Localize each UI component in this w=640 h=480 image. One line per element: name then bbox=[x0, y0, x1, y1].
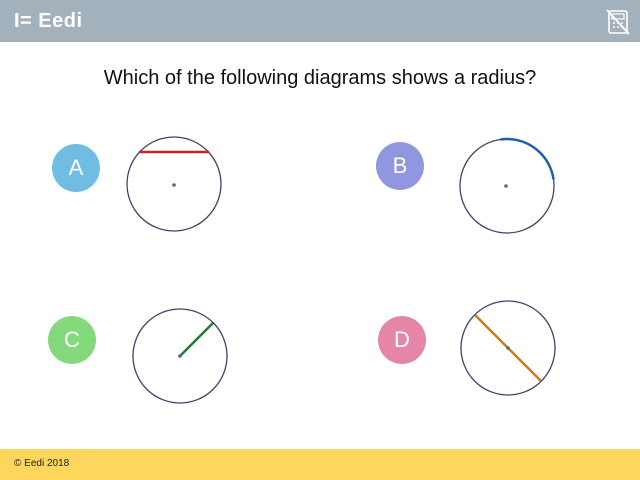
header-bar: I= Eedi bbox=[0, 0, 640, 42]
option-d-diagram[interactable] bbox=[456, 296, 560, 400]
question-text: Which of the following diagrams shows a … bbox=[103, 67, 537, 89]
centre-point bbox=[506, 346, 510, 350]
option-a-diagram[interactable] bbox=[122, 132, 226, 236]
copyright-text: © Eedi 2018 bbox=[14, 458, 70, 469]
calculator-disabled-icon bbox=[606, 9, 630, 35]
centre-point bbox=[178, 354, 182, 358]
option-b-diagram[interactable] bbox=[455, 134, 559, 238]
option-b-badge[interactable]: B bbox=[376, 142, 424, 190]
footer-bar: © Eedi 2018 bbox=[0, 449, 640, 480]
page: I= Eedi Which of the following diagrams … bbox=[0, 0, 640, 480]
option-a-badge[interactable]: A bbox=[52, 144, 100, 192]
option-c-diagram[interactable] bbox=[128, 304, 232, 408]
option-c-badge[interactable]: C bbox=[48, 316, 96, 364]
centre-point bbox=[504, 184, 508, 188]
centre-point bbox=[172, 183, 176, 187]
option-d-badge[interactable]: D bbox=[378, 316, 426, 364]
radius-line bbox=[179, 322, 214, 357]
arc-line bbox=[500, 137, 555, 180]
eedi-logo: I= Eedi bbox=[14, 10, 83, 32]
